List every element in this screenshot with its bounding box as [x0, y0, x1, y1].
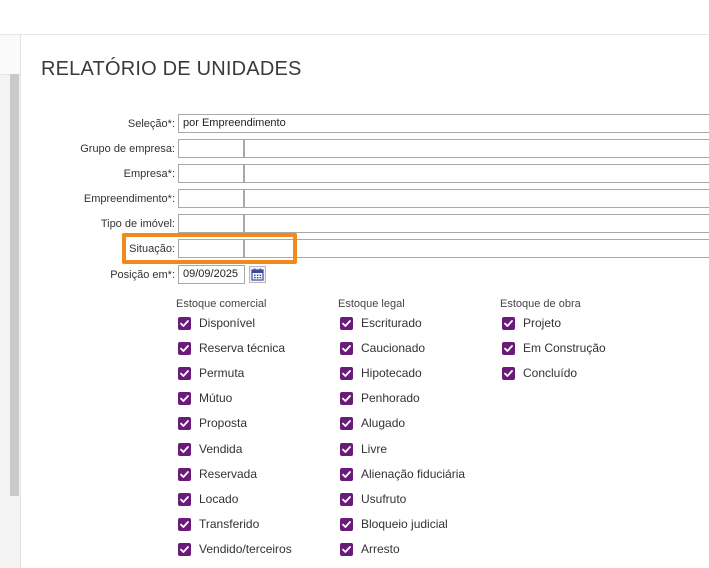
checkbox-label: Mútuo: [199, 391, 233, 405]
check-icon[interactable]: [178, 316, 191, 330]
checkbox-legal-2[interactable]: Hipotecado: [340, 366, 422, 380]
check-icon[interactable]: [178, 416, 191, 430]
empresa-name-input[interactable]: [244, 164, 709, 183]
check-icon[interactable]: [178, 442, 191, 456]
selecao-label: Seleção*:: [127, 118, 175, 130]
page-title: RELATÓRIO DE UNIDADES: [41, 58, 302, 80]
check-icon[interactable]: [178, 542, 191, 556]
checkbox-label: Livre: [361, 442, 388, 456]
checkbox-label: Proposta: [199, 416, 248, 430]
checkbox-legal-4[interactable]: Alugado: [340, 416, 405, 430]
checkbox-legal-1[interactable]: Caucionado: [340, 341, 425, 355]
checkbox-label: Permuta: [199, 366, 245, 380]
check-icon[interactable]: [178, 366, 191, 380]
checkbox-label: Disponível: [199, 316, 256, 330]
checkbox-comercial-6[interactable]: Reservada: [178, 467, 257, 481]
check-icon[interactable]: [178, 341, 191, 355]
check-icon[interactable]: [340, 316, 353, 330]
check-icon[interactable]: [340, 542, 353, 556]
tipo-imovel-code-input[interactable]: [178, 214, 244, 233]
check-icon[interactable]: [340, 366, 353, 380]
checkbox-label: Em Construção: [523, 341, 606, 355]
checkbox-legal-7[interactable]: Usufruto: [340, 492, 406, 506]
checkbox-label: Vendido/terceiros: [199, 542, 292, 556]
top-bar: [0, 0, 709, 34]
empresa-label: Empresa*:: [123, 168, 175, 180]
checkbox-legal-3[interactable]: Penhorado: [340, 391, 420, 405]
empreendimento-name-input[interactable]: [244, 189, 709, 208]
checkbox-label: Concluído: [523, 366, 578, 380]
check-icon[interactable]: [340, 391, 353, 405]
empreendimento-code-input[interactable]: [178, 189, 244, 208]
checkbox-comercial-8[interactable]: Transferido: [178, 517, 259, 531]
grupo-empresa-label: Grupo de empresa:: [80, 143, 175, 155]
checkbox-legal-0[interactable]: Escriturado: [340, 316, 422, 330]
checkbox-comercial-9[interactable]: Vendido/terceiros: [178, 542, 292, 556]
check-icon[interactable]: [340, 341, 353, 355]
checkbox-obra-0[interactable]: Projeto: [502, 316, 561, 330]
estoque-legal-title: Estoque legal: [338, 298, 405, 310]
checkbox-label: Usufruto: [361, 492, 407, 506]
situacao-name-input[interactable]: [244, 239, 709, 258]
grupo-empresa-name-input[interactable]: [244, 139, 709, 158]
checkbox-label: Escriturado: [361, 316, 422, 330]
check-icon[interactable]: [502, 341, 515, 355]
check-icon[interactable]: [178, 517, 191, 531]
posicao-label: Posição em*:: [110, 269, 175, 281]
posicao-date-input[interactable]: 09/09/2025: [178, 265, 245, 284]
checkbox-comercial-7[interactable]: Locado: [178, 492, 238, 506]
tipo-imovel-name-input[interactable]: [244, 214, 709, 233]
checkbox-comercial-2[interactable]: Permuta: [178, 366, 244, 380]
checkbox-label: Reserva técnica: [199, 341, 286, 355]
check-icon[interactable]: [502, 366, 515, 380]
checkbox-label: Bloqueio judicial: [361, 517, 448, 531]
checkbox-comercial-1[interactable]: Reserva técnica: [178, 341, 285, 355]
checkbox-label: Caucionado: [361, 341, 426, 355]
checkbox-legal-8[interactable]: Bloqueio judicial: [340, 517, 448, 531]
checkbox-label: Alugado: [361, 416, 406, 430]
check-icon[interactable]: [340, 416, 353, 430]
estoque-obra-title: Estoque de obra: [500, 298, 581, 310]
checkbox-label: Transferido: [199, 517, 260, 531]
checkbox-label: Arresto: [361, 542, 400, 556]
check-icon[interactable]: [178, 467, 191, 481]
check-icon[interactable]: [178, 492, 191, 506]
empresa-code-input[interactable]: [178, 164, 244, 183]
check-icon[interactable]: [340, 517, 353, 531]
checkbox-obra-2[interactable]: Concluído: [502, 366, 577, 380]
checkbox-comercial-5[interactable]: Vendida: [178, 442, 242, 456]
check-icon[interactable]: [502, 316, 515, 330]
checkbox-label: Penhorado: [361, 391, 420, 405]
checkbox-label: Locado: [199, 492, 239, 506]
check-icon[interactable]: [340, 467, 353, 481]
checkbox-label: Alienação fiduciária: [361, 467, 466, 481]
checkbox-label: Reservada: [199, 467, 258, 481]
tipo-imovel-label: Tipo de imóvel:: [100, 218, 175, 230]
situacao-highlight: [122, 233, 297, 264]
checkbox-legal-9[interactable]: Arresto: [340, 542, 400, 556]
selecao-select[interactable]: por Empreendimento: [178, 114, 709, 133]
checkbox-label: Projeto: [523, 316, 562, 330]
empreendimento-label: Empreendimento*:: [83, 193, 175, 205]
check-icon[interactable]: [340, 492, 353, 506]
left-scrollbar[interactable]: [10, 74, 19, 496]
check-icon[interactable]: [340, 442, 353, 456]
checkbox-legal-5[interactable]: Livre: [340, 442, 387, 456]
checkbox-comercial-4[interactable]: Proposta: [178, 416, 247, 430]
checkbox-comercial-0[interactable]: Disponível: [178, 316, 255, 330]
grupo-empresa-code-input[interactable]: [178, 139, 244, 158]
estoque-comercial-title: Estoque comercial: [176, 298, 267, 310]
calendar-icon[interactable]: [249, 266, 266, 283]
checkbox-label: Vendida: [199, 442, 243, 456]
checkbox-label: Hipotecado: [361, 366, 422, 380]
left-panel-header: [0, 35, 20, 75]
checkbox-legal-6[interactable]: Alienação fiduciária: [340, 467, 465, 481]
checkbox-obra-1[interactable]: Em Construção: [502, 341, 606, 355]
checkbox-comercial-3[interactable]: Mútuo: [178, 391, 232, 405]
check-icon[interactable]: [178, 391, 191, 405]
